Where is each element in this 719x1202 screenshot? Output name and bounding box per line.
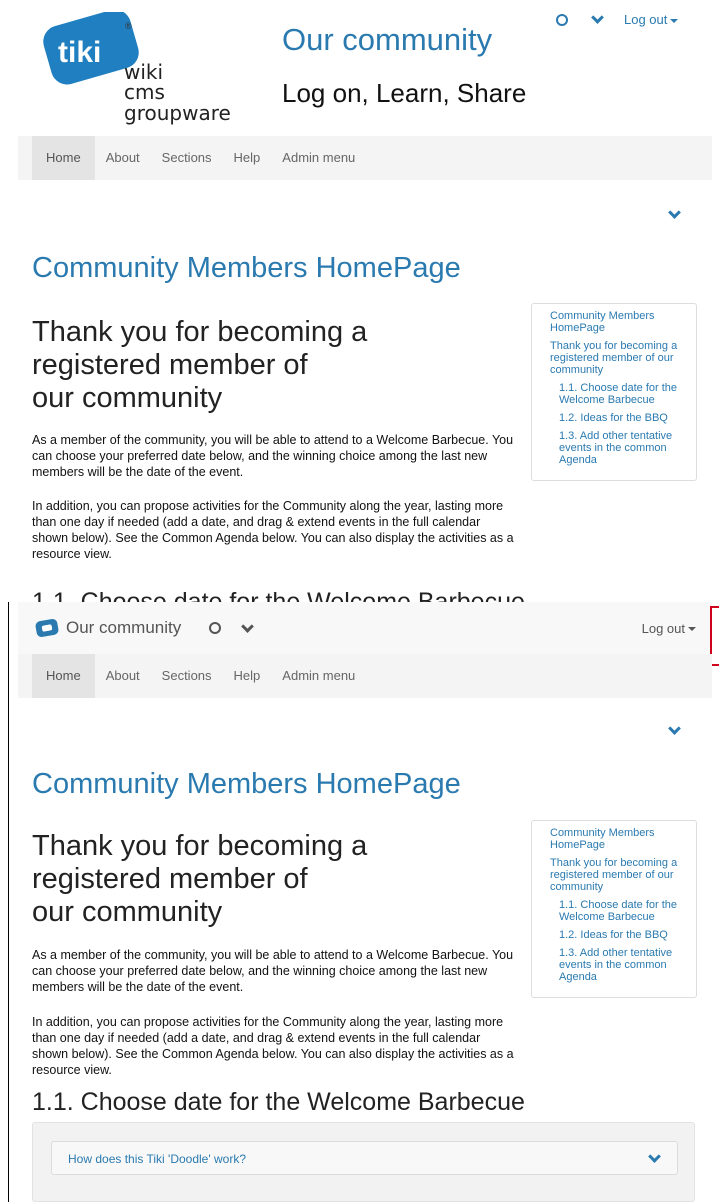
toc-item[interactable]: Community Members HomePage: [550, 827, 686, 851]
clock-icon[interactable]: [556, 13, 568, 26]
logout-label: Log out: [624, 12, 668, 27]
nav-about[interactable]: About: [95, 136, 151, 180]
activities-paragraph: In addition, you can propose activities …: [32, 499, 514, 561]
tiki-mini-logo-icon[interactable]: [34, 618, 60, 638]
toc-item[interactable]: 1.3. Add other tentative events in the c…: [559, 947, 686, 983]
left-border: [8, 602, 9, 1202]
fixed-site-title[interactable]: Our community: [66, 618, 181, 638]
toc-item[interactable]: 1.1. Choose date for the Welcome Barbecu…: [559, 899, 686, 923]
nav-about[interactable]: About: [95, 654, 151, 698]
bottom-screenshot: Our community Log out Home About Section…: [0, 602, 719, 1202]
logout-label: Log out: [641, 620, 685, 636]
toc-item[interactable]: Thank you for becoming a registered memb…: [550, 340, 686, 376]
nav-sections[interactable]: Sections: [151, 654, 223, 698]
heading-line3: our community: [32, 896, 223, 928]
section-heading: Thank you for becoming a registered memb…: [32, 830, 512, 929]
nav-admin-menu[interactable]: Admin menu: [271, 654, 366, 698]
chevron-down-icon[interactable]: [591, 11, 604, 24]
intro-paragraph: As a member of the community, you will b…: [32, 948, 514, 994]
section-heading: Thank you for becoming a registered memb…: [32, 316, 512, 415]
table-of-contents: Community Members HomePage Thank you for…: [531, 820, 697, 998]
heading-line2: registered member of: [32, 349, 308, 381]
page-title: Community Members HomePage: [32, 252, 461, 284]
site-slogan: Log on, Learn, Share: [282, 78, 527, 108]
main-navbar: Home About Sections Help Admin menu: [18, 654, 712, 698]
table-of-contents: Community Members HomePage Thank you for…: [531, 303, 697, 481]
logo-line3: groupware: [124, 101, 231, 125]
accordion-title: How does this Tiki 'Doodle' work?: [68, 1152, 246, 1166]
chevron-down-icon[interactable]: [648, 1150, 661, 1163]
nav-home[interactable]: Home: [32, 654, 95, 698]
top-screenshot: tiki ® wiki cms groupware Our community …: [0, 0, 719, 602]
heading-line3: our community: [32, 382, 223, 414]
fixed-header-bar: Our community Log out: [18, 602, 712, 655]
activities-paragraph: In addition, you can propose activities …: [32, 1015, 514, 1077]
toc-item[interactable]: 1.1. Choose date for the Welcome Barbecu…: [559, 382, 686, 406]
section-heading-1-1: 1.1. Choose date for the Welcome Barbecu…: [32, 588, 525, 602]
intro-paragraph: As a member of the community, you will b…: [32, 433, 514, 479]
logo-brand: tiki: [58, 36, 101, 69]
toc-item[interactable]: 1.3. Add other tentative events in the c…: [559, 430, 686, 466]
chevron-down-icon[interactable]: [668, 206, 681, 219]
heading-line1: Thank you for becoming a: [32, 316, 368, 348]
logo-mark: ®: [125, 21, 132, 31]
logout-link[interactable]: Log out: [642, 621, 696, 636]
toc-item[interactable]: Community Members HomePage: [550, 310, 686, 334]
toc-item[interactable]: 1.2. Ideas for the BBQ: [559, 412, 686, 424]
section-heading-1-1: 1.1. Choose date for the Welcome Barbecu…: [32, 1088, 525, 1116]
nav-help[interactable]: Help: [223, 136, 272, 180]
heading-line2: registered member of: [32, 863, 308, 895]
tiki-logo[interactable]: tiki ® wiki cms groupware: [28, 12, 258, 132]
nav-help[interactable]: Help: [223, 654, 272, 698]
nav-sections[interactable]: Sections: [151, 136, 223, 180]
logout-link[interactable]: Log out: [624, 12, 679, 27]
toc-item[interactable]: 1.2. Ideas for the BBQ: [559, 929, 686, 941]
caret-icon: [688, 627, 696, 632]
toc-item[interactable]: Thank you for becoming a registered memb…: [550, 857, 686, 893]
chevron-down-icon[interactable]: [668, 722, 681, 735]
clock-icon[interactable]: [209, 622, 222, 634]
doodle-help-accordion-header[interactable]: How does this Tiki 'Doodle' work?: [51, 1141, 678, 1175]
heading-line1: Thank you for becoming a: [32, 830, 368, 862]
nav-admin-menu[interactable]: Admin menu: [271, 136, 366, 180]
chevron-down-icon[interactable]: [241, 619, 255, 633]
top-toolbar: Log out: [556, 11, 679, 27]
caret-icon: [670, 18, 679, 23]
doodle-help-panel: How does this Tiki 'Doodle' work?: [32, 1122, 695, 1202]
page-title: Community Members HomePage: [32, 768, 461, 800]
site-title[interactable]: Our community: [282, 22, 492, 58]
main-navbar: Home About Sections Help Admin menu: [18, 136, 712, 180]
nav-home[interactable]: Home: [32, 136, 95, 180]
